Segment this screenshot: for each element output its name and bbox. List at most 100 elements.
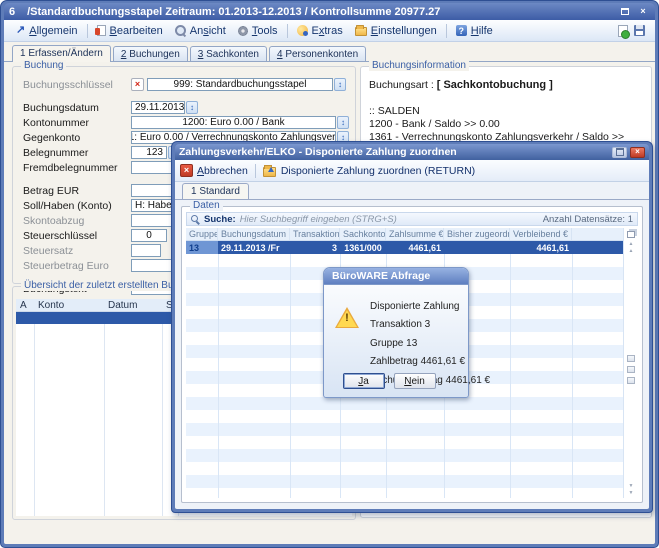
assign-folder-icon <box>263 167 276 177</box>
payments-table-header: Gruppe Buchungsdatum Transaktion Sachkon… <box>186 228 623 241</box>
bueroware-abfrage-msgbox: BüroWARE Abfrage ! Disponierte Zahlung T… <box>323 267 469 398</box>
help-icon: ? <box>456 25 467 36</box>
cell-transaktion: 3 <box>290 241 340 254</box>
tab-buchungen[interactable]: 2 Buchungen <box>113 46 188 61</box>
msg-line: Zahlbetrag 4461,61 € <box>370 353 490 372</box>
scroll-down-icon[interactable]: ▼ <box>629 490 634 497</box>
cell-bisher <box>444 241 510 254</box>
buchung-legend: Buchung <box>21 60 66 71</box>
spinner-icon[interactable]: ↕ <box>186 101 198 114</box>
steuerbetrag-label: Steuerbetrag Euro <box>23 260 131 272</box>
ja-button[interactable]: Ja <box>343 373 385 389</box>
cell-zahlsumme: 4461,61 <box>386 241 444 254</box>
info-line: 1200 - Bank / Saldo >> 0.00 <box>369 118 643 131</box>
list-icon[interactable] <box>627 355 635 362</box>
payment-row-selected[interactable]: 13 29.11.2013 /Fr 3 1361/000 4461,61 446… <box>186 241 623 254</box>
menu-bearbeiten[interactable]: Bearbeiten <box>91 23 169 39</box>
daten-legend: Daten <box>190 200 223 211</box>
menu-separator <box>446 24 447 38</box>
buchungsart-label: Buchungsart : <box>369 79 434 91</box>
dialog-titlebar: Zahlungsverkehr/ELKO - Disponierte Zahlu… <box>175 144 649 160</box>
col-transaktion[interactable]: Transaktion <box>290 228 340 240</box>
main-titlebar: 6 /Standardbuchungsstapel Zeitraum: 01.2… <box>4 3 655 20</box>
dialog-toolbar: × Abbrechen Disponierte Zahlung zuordnen… <box>175 160 649 182</box>
col-verbleibend[interactable]: Verbleibend € <box>510 228 572 240</box>
buchungsdatum-field[interactable]: 29.11.2013 /Fr <box>131 101 185 114</box>
msgbox-body: ! Disponierte Zahlung Transaktion 3 Grup… <box>324 285 468 397</box>
col-datum[interactable]: Datum <box>104 300 162 311</box>
col-zahlsumme[interactable]: Zahlsumme € <box>386 228 444 240</box>
spinner-icon[interactable]: ↕ <box>334 78 346 91</box>
cancel-x-icon: × <box>180 164 193 177</box>
menu-einstellungen[interactable]: Einstellungen <box>349 23 443 39</box>
minimize-icon[interactable] <box>612 147 627 158</box>
zoom-icon[interactable] <box>627 366 635 373</box>
search-icon <box>191 215 200 224</box>
col-gruppe[interactable]: Gruppe <box>186 228 218 240</box>
restore-icon[interactable] <box>618 6 632 18</box>
clear-x-icon[interactable]: × <box>131 78 144 91</box>
save-icon[interactable] <box>634 25 645 36</box>
col-buchungsdatum[interactable]: Buchungsdatum <box>218 228 290 240</box>
scroll-up-icon[interactable]: ▲ <box>629 248 634 255</box>
kontonummer-field[interactable]: 1200: Euro 0.00 / Bank <box>131 116 336 129</box>
search-label: Suche: <box>204 214 236 225</box>
edit-page-icon <box>97 25 106 36</box>
soll-haben-label: Soll/Haben (Konto) <box>23 200 131 212</box>
menu-allgemein[interactable]: ↗ Allgemein <box>10 23 84 39</box>
dialog-title: Zahlungsverkehr/ELKO - Disponierte Zahlu… <box>179 146 457 158</box>
menu-ansicht[interactable]: Ansicht <box>169 23 232 39</box>
buchungsschluessel-field[interactable]: 999: Standardbuchungsstapel <box>147 78 333 91</box>
arrow-ne-icon: ↗ <box>16 25 25 36</box>
info-legend: Buchungsinformation <box>369 60 469 71</box>
magnifier-icon <box>175 25 186 36</box>
steuersatz-field[interactable] <box>131 244 161 257</box>
betrag-label: Betrag EUR <box>23 185 131 197</box>
spinner-icon[interactable]: ↕ <box>337 116 349 129</box>
buchungsdatum-label: Buchungsdatum <box>23 102 131 114</box>
dialog-tabstrip: 1 Standard <box>175 182 649 200</box>
menu-hilfe[interactable]: ? Hilfe <box>450 23 499 39</box>
export-icon[interactable] <box>627 377 635 384</box>
buchungsschluessel-label: Buchungsschlüssel <box>23 79 131 91</box>
col-bisher-zugeordnet[interactable]: Bisher zugeordnet <box>444 228 510 240</box>
zuordnen-button[interactable]: Disponierte Zahlung zuordnen (RETURN) <box>263 164 475 177</box>
buchungsart-value: [ Sachkontobuchung ] <box>437 79 553 91</box>
nein-button[interactable]: Nein <box>394 373 436 389</box>
search-placeholder: Hier Suchbegriff eingeben (STRG+S) <box>240 214 539 225</box>
steuersatz-label: Steuersatz <box>23 245 131 257</box>
close-icon[interactable]: × <box>636 6 650 18</box>
menubar: ↗ Allgemein Bearbeiten Ansicht Tools Ext… <box>4 20 655 42</box>
steuerschluessel-field[interactable]: 0 <box>131 229 167 242</box>
warning-exclamation: ! <box>345 312 349 324</box>
toolbar-separator <box>255 164 256 178</box>
tab-standard[interactable]: 1 Standard <box>182 183 249 199</box>
menu-extras[interactable]: Extras <box>291 23 349 39</box>
scroll-down-icon[interactable]: ▼ <box>629 483 634 490</box>
window-id: 6 <box>9 6 15 18</box>
zuordnen-label: Disponierte Zahlung zuordnen (RETURN) <box>281 165 475 177</box>
cell-gruppe: 13 <box>186 241 218 254</box>
cell-datum: 29.11.2013 /Fr <box>218 241 290 254</box>
tab-personenkonten[interactable]: 4 Personenkonten <box>269 46 366 61</box>
skontoabzug-label: Skontoabzug <box>23 215 131 227</box>
msg-line: Gruppe 13 <box>370 334 490 353</box>
abbrechen-button[interactable]: × Abbrechen <box>180 164 248 177</box>
scroll-up-icon[interactable]: ▲ <box>629 241 634 248</box>
tab-sachkonten[interactable]: 3 Sachkonten <box>190 46 267 61</box>
gear-icon <box>238 26 248 36</box>
close-icon[interactable]: × <box>630 147 645 158</box>
search-bar[interactable]: Suche: Hier Suchbegriff eingeben (STRG+S… <box>186 212 638 226</box>
col-sachkonto[interactable]: Sachkonto <box>340 228 386 240</box>
menu-separator <box>87 24 88 38</box>
belegnummer-field[interactable]: 123 <box>131 146 167 159</box>
col-a[interactable]: A <box>16 300 34 311</box>
folder-icon <box>355 27 367 36</box>
col-konto[interactable]: Konto <box>34 300 104 311</box>
menu-tools[interactable]: Tools <box>232 23 284 39</box>
kontonummer-label: Kontonummer <box>23 117 131 129</box>
belegnummer-label: Belegnummer <box>23 147 131 159</box>
new-document-icon[interactable] <box>618 25 628 37</box>
copy-icon[interactable] <box>627 231 635 238</box>
cell-sachkonto: 1361/000 <box>340 241 386 254</box>
